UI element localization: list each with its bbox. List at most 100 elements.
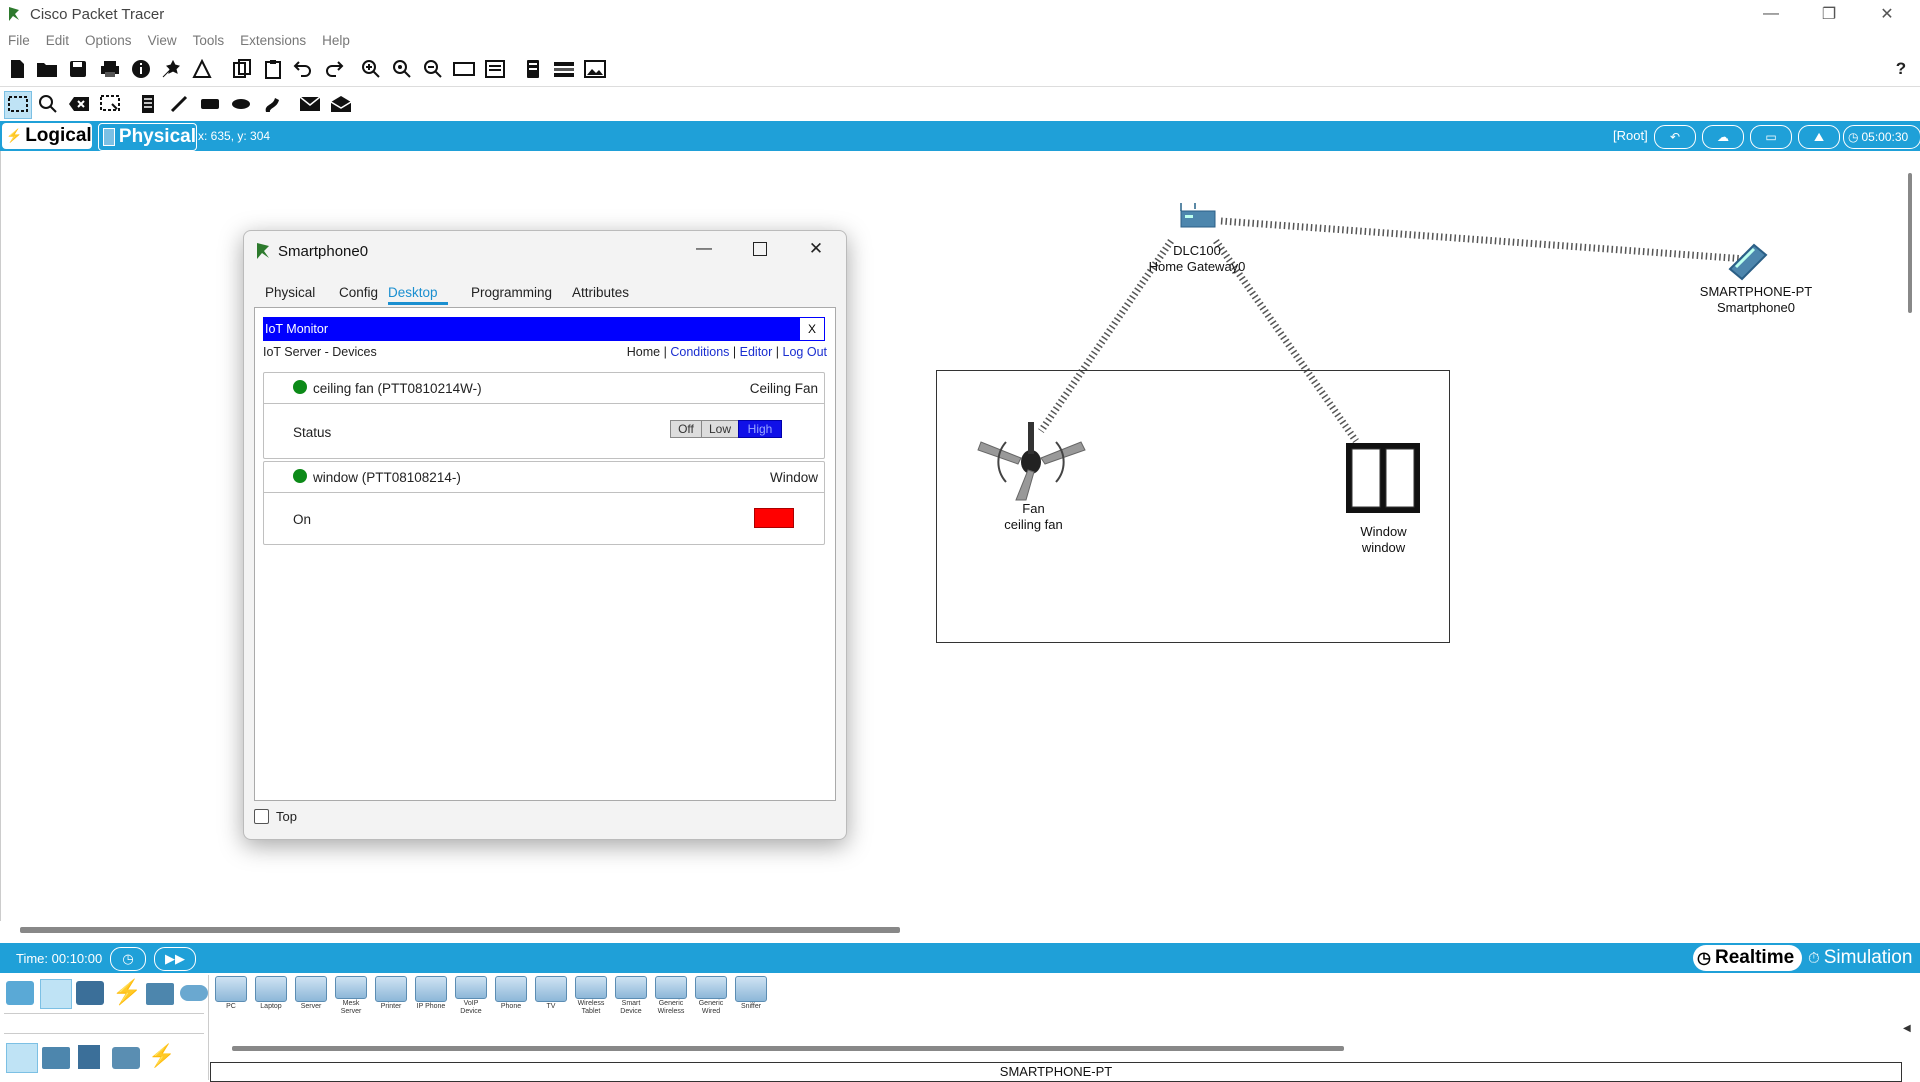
inspect-icon[interactable]: [35, 91, 61, 117]
resize-shape-icon[interactable]: [97, 91, 123, 117]
vertical-scroll-thumb[interactable]: [1908, 173, 1912, 313]
ceiling-fan-device[interactable]: [976, 422, 1086, 502]
device-palette-item[interactable]: Sniffer: [733, 976, 769, 1016]
new-file-icon[interactable]: [4, 56, 30, 82]
device-palette-item[interactable]: PC: [213, 976, 249, 1016]
device-palette-item[interactable]: Printer: [373, 976, 409, 1016]
add-simple-pdu-icon[interactable]: [297, 91, 323, 117]
dialog-close-button[interactable]: ✕: [796, 235, 836, 263]
open-folder-icon[interactable]: [34, 56, 60, 82]
device-palette-item[interactable]: VoIP Device: [453, 976, 489, 1016]
root-label[interactable]: [Root]: [1613, 128, 1648, 143]
zoom-in-icon[interactable]: [358, 56, 384, 82]
paste-icon[interactable]: [260, 56, 286, 82]
note-icon[interactable]: [135, 91, 161, 117]
tab-attributes[interactable]: Attributes: [572, 285, 629, 300]
device-list-scrollbar[interactable]: [232, 1046, 1344, 1051]
pdu-list-icon[interactable]: [551, 56, 577, 82]
device-palette-item[interactable]: Generic Wired: [693, 976, 729, 1016]
end-devices-sub-icon[interactable]: [6, 1043, 38, 1073]
menu-edit[interactable]: Edit: [38, 30, 77, 52]
smartphone-device[interactable]: [1726, 241, 1776, 281]
menu-tools[interactable]: Tools: [185, 30, 233, 52]
multiuser-icon[interactable]: [180, 985, 208, 1001]
home-icon[interactable]: [42, 1047, 70, 1069]
speed-low-button[interactable]: Low: [701, 420, 739, 438]
select-icon[interactable]: [4, 91, 32, 119]
tab-desktop[interactable]: Desktop: [388, 285, 438, 300]
menu-file[interactable]: File: [0, 30, 38, 52]
tab-logical[interactable]: ⚡ Logical: [2, 123, 92, 149]
device-row-header[interactable]: ceiling fan (PTT0810214W-) Ceiling Fan: [264, 373, 824, 404]
end-devices-icon[interactable]: [40, 979, 72, 1009]
draw-ellipse-icon[interactable]: [228, 91, 254, 117]
background-icon[interactable]: ⛰: [1798, 125, 1840, 149]
device-palette-item[interactable]: Laptop: [253, 976, 289, 1016]
power-grid-icon[interactable]: ⚡: [148, 1043, 175, 1071]
dialog-maximize-button[interactable]: [740, 235, 780, 263]
device-palette-item[interactable]: Phone: [493, 976, 529, 1016]
speed-off-button[interactable]: Off: [670, 420, 702, 438]
power-cycle-icon[interactable]: ◷: [110, 947, 146, 971]
nav-home-link[interactable]: Home: [627, 345, 660, 359]
draw-line-icon[interactable]: [166, 91, 192, 117]
home-gateway-device[interactable]: [1179, 201, 1219, 231]
viewport-icon[interactable]: [520, 56, 546, 82]
window-device[interactable]: [1344, 441, 1422, 515]
new-cluster-icon[interactable]: ▭: [1750, 125, 1792, 149]
iot-close-button[interactable]: X: [799, 317, 825, 341]
draw-rectangle-icon[interactable]: [197, 91, 223, 117]
redo-icon[interactable]: [321, 56, 347, 82]
zoom-out-icon[interactable]: [420, 56, 446, 82]
realtime-button[interactable]: ◷ Realtime: [1693, 945, 1803, 971]
industrial-icon[interactable]: [112, 1047, 140, 1069]
undo-icon[interactable]: [290, 56, 316, 82]
save-icon[interactable]: [65, 56, 91, 82]
top-checkbox[interactable]: [254, 809, 269, 824]
freeform-icon[interactable]: [259, 91, 285, 117]
info-icon[interactable]: [128, 56, 154, 82]
device-row-header[interactable]: window (PTT08108214-) Window: [264, 462, 824, 493]
fast-forward-icon[interactable]: ▶▶: [154, 947, 196, 971]
restore-button[interactable]: ❐: [1806, 0, 1852, 28]
close-button[interactable]: ✕: [1864, 0, 1910, 28]
activity-wizard-icon[interactable]: [189, 56, 215, 82]
connections-icon[interactable]: ⚡: [112, 979, 142, 1007]
help-button[interactable]: ?: [1888, 56, 1914, 82]
device-palette-item[interactable]: Wireless Tablet: [573, 976, 609, 1016]
device-palette-item[interactable]: IP Phone: [413, 976, 449, 1016]
vertical-scrollbar[interactable]: [1900, 151, 1920, 921]
misc-icon[interactable]: [146, 983, 174, 1005]
zoom-reset-icon[interactable]: [389, 56, 415, 82]
device-palette-item[interactable]: Mesk Server: [333, 976, 369, 1016]
image-icon[interactable]: [582, 56, 608, 82]
panel-scroll-arrow-icon[interactable]: ◀: [1903, 1023, 1915, 1034]
network-wizard-icon[interactable]: [158, 56, 184, 82]
device-palette-item[interactable]: Smart Device: [613, 976, 649, 1016]
draw-palette-icon[interactable]: [451, 56, 477, 82]
tab-config[interactable]: Config: [339, 285, 378, 300]
network-devices-icon[interactable]: [6, 981, 34, 1005]
device-palette-item[interactable]: Server: [293, 976, 329, 1016]
delete-icon[interactable]: [66, 91, 92, 117]
nav-editor-link[interactable]: Editor: [740, 345, 773, 359]
speed-high-button[interactable]: High: [738, 420, 782, 438]
nav-logout-link[interactable]: Log Out: [783, 345, 827, 359]
menu-extensions[interactable]: Extensions: [232, 30, 314, 52]
simulation-button[interactable]: ⏱ Simulation: [1808, 945, 1912, 971]
nav-conditions-link[interactable]: Conditions: [670, 345, 729, 359]
print-icon[interactable]: [97, 56, 123, 82]
tab-programming[interactable]: Programming: [471, 285, 552, 300]
device-palette-item[interactable]: TV: [533, 976, 569, 1016]
components-icon[interactable]: [76, 981, 104, 1005]
custom-device-icon[interactable]: [482, 56, 508, 82]
dialog-minimize-button[interactable]: —: [684, 235, 724, 263]
add-complex-pdu-icon[interactable]: [328, 91, 354, 117]
smart-city-icon[interactable]: [78, 1045, 100, 1069]
copy-icon[interactable]: [229, 56, 255, 82]
menu-help[interactable]: Help: [314, 30, 358, 52]
horizontal-scrollbar[interactable]: [20, 927, 900, 933]
cluster-icon[interactable]: ☁: [1702, 125, 1744, 149]
device-palette-item[interactable]: Generic Wireless: [653, 976, 689, 1016]
menu-options[interactable]: Options: [77, 30, 140, 52]
